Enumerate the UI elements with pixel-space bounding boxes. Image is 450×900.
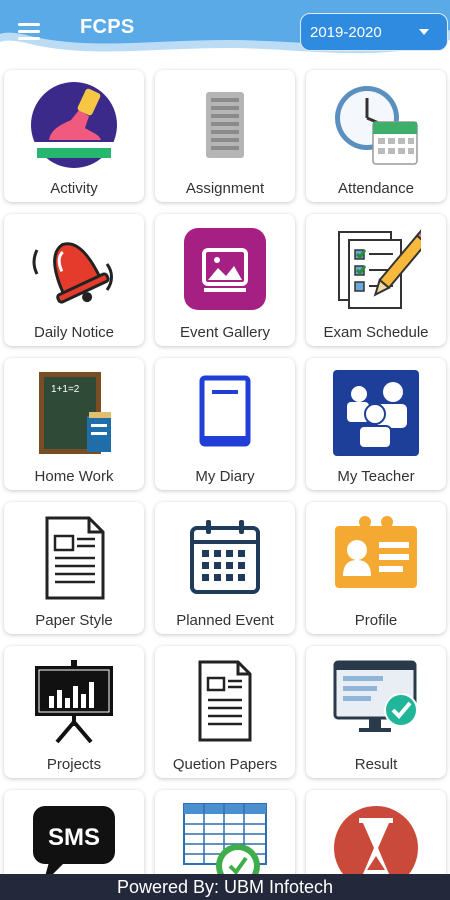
year-select-value: 2019-2020 [310,23,382,41]
tile-result[interactable]: Result [306,646,446,778]
footer-credit: Powered By: UBM Infotech [0,874,450,900]
tile-label: Paper Style [35,612,113,629]
gallery-image-icon [184,228,266,310]
document-icon [206,92,244,158]
tile-label: Planned Event [176,612,274,629]
clock-calendar-icon [335,86,418,165]
tile-label: My Teacher [337,468,415,485]
tile-projects[interactable]: Projects [4,646,144,778]
tile-sms[interactable]: SMS [4,790,144,874]
monitor-check-icon [333,660,418,732]
tile-daily-notice[interactable]: Daily Notice [4,214,144,346]
running-shoe-icon [31,82,117,168]
sms-bubble-icon: SMS [33,806,115,874]
tile-label: Result [354,756,398,773]
tile-exam-schedule[interactable]: Exam Schedule [306,214,446,346]
tile-label: Assignment [185,180,265,197]
svg-text:1+1=2: 1+1=2 [51,384,80,395]
diary-book-icon [199,375,251,447]
sms-icon-text: SMS [48,824,100,851]
tile-assignment[interactable]: Assignment [155,70,295,202]
tile-label: Home Work [34,468,114,485]
menu-grid: Activity Assignment Attendance Daily Not… [0,66,450,874]
year-select[interactable]: 2019-2020 [300,13,448,51]
tile-my-diary[interactable]: My Diary [155,358,295,490]
checklist-pencil-icon [338,229,421,309]
tile-activity[interactable]: Activity [4,70,144,202]
paper-document-icon [45,516,105,600]
tile-label: Daily Notice [33,324,115,341]
question-paper-icon [198,660,252,742]
tile-attendance[interactable]: Attendance [306,70,446,202]
tile-profile[interactable]: Profile [306,502,446,634]
tile-hourglass[interactable] [306,790,446,874]
id-card-icon [335,516,417,588]
app-header: FCPS 2019-2020 [0,0,450,66]
tile-label: Exam Schedule [323,324,429,341]
chevron-down-icon [419,29,429,35]
hamburger-menu-icon[interactable] [12,16,46,46]
hourglass-icon [334,806,418,874]
tile-event-gallery[interactable]: Event Gallery [155,214,295,346]
chalkboard-books-icon: 1+1=2 [39,372,111,454]
tile-paper-style[interactable]: Paper Style [4,502,144,634]
tile-planned-event[interactable]: Planned Event [155,502,295,634]
tile-label: Projects [46,756,102,773]
bell-icon [32,242,113,304]
tile-question-papers[interactable]: Quetion Papers [155,646,295,778]
tile-label: My Diary [195,468,255,485]
people-group-icon [333,370,419,456]
tile-label: Profile [354,612,398,629]
tile-timetable[interactable] [155,790,295,874]
presentation-board-icon [35,660,113,744]
tile-home-work[interactable]: 1+1=2 Home Work [4,358,144,490]
tile-label: Quetion Papers [172,756,278,773]
app-title: FCPS [80,16,135,38]
tile-label: Attendance [338,180,414,197]
spreadsheet-clock-icon [183,803,267,874]
calendar-icon [190,520,260,594]
tile-my-teacher[interactable]: My Teacher [306,358,446,490]
tile-label: Event Gallery [179,324,271,341]
tile-label: Activity [50,180,98,197]
